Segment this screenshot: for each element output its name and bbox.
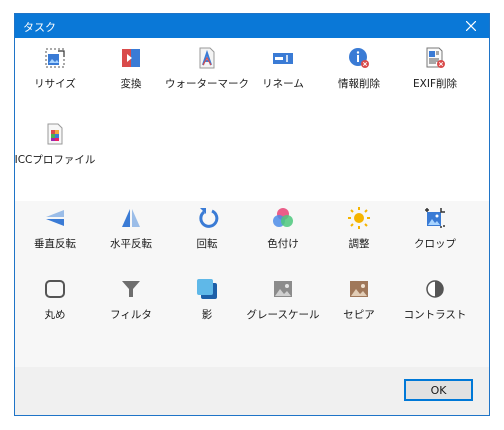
- watermark-icon: [199, 47, 215, 69]
- filter-icon: [122, 281, 140, 297]
- task-group-edit: 垂直反転 水平反転 回転 色付け 調整 クロップ 丸め フィルタ 影 グレースケ…: [15, 201, 489, 367]
- rotate-icon: [199, 208, 219, 228]
- resize-icon: [45, 48, 65, 68]
- task-group-file: リサイズ 変換 ウォーターマーク リネーム 情報削除 EXIF削除 ICCプロフ…: [15, 38, 489, 188]
- convert-icon: [122, 49, 140, 67]
- task-label: クロップ: [414, 238, 456, 250]
- shadow-icon: [197, 279, 217, 299]
- task-resize[interactable]: リサイズ: [17, 46, 93, 106]
- round-corners-icon: [45, 280, 65, 298]
- task-flip-horizontal[interactable]: 水平反転: [93, 206, 169, 266]
- title-bar: タスク: [15, 14, 489, 38]
- dialog-footer: OK: [15, 367, 489, 415]
- task-content: リサイズ 変換 ウォーターマーク リネーム 情報削除 EXIF削除 ICCプロフ…: [15, 38, 489, 367]
- task-colorize[interactable]: 色付け: [245, 206, 321, 266]
- task-rotate[interactable]: 回転: [169, 206, 245, 266]
- exif-remove-icon: [426, 47, 445, 68]
- flip-horizontal-icon: [122, 209, 140, 227]
- close-button[interactable]: [453, 14, 489, 38]
- task-shadow[interactable]: 影: [169, 277, 245, 337]
- task-watermark[interactable]: ウォーターマーク: [165, 46, 249, 106]
- task-rename[interactable]: リネーム: [245, 46, 321, 106]
- ok-button-label: OK: [430, 383, 447, 397]
- task-crop[interactable]: クロップ: [397, 206, 473, 266]
- colorize-icon: [273, 208, 293, 227]
- task-round[interactable]: 丸め: [17, 277, 93, 337]
- info-remove-icon: [349, 48, 369, 68]
- grayscale-icon: [274, 281, 292, 297]
- task-label: ICCプロファイル: [14, 154, 96, 166]
- flip-vertical-icon: [46, 210, 64, 226]
- window-title: タスク: [23, 21, 56, 34]
- task-flip-vertical[interactable]: 垂直反転: [17, 206, 93, 266]
- sepia-icon: [350, 281, 368, 297]
- task-contrast[interactable]: コントラスト: [397, 277, 473, 337]
- ok-button[interactable]: OK: [404, 379, 473, 401]
- task-sepia[interactable]: セピア: [321, 277, 397, 337]
- task-adjust[interactable]: 調整: [321, 206, 397, 266]
- task-info-remove[interactable]: 情報削除: [321, 46, 397, 106]
- rename-icon: [273, 53, 293, 64]
- task-convert[interactable]: 変換: [93, 46, 169, 106]
- close-icon: [466, 21, 476, 31]
- task-icc-profile[interactable]: ICCプロファイル: [15, 122, 95, 182]
- task-exif-remove[interactable]: EXIF削除: [397, 46, 473, 106]
- crop-icon: [425, 208, 445, 228]
- task-label: コントラスト: [403, 309, 467, 321]
- sun-icon: [348, 207, 370, 229]
- task-filter[interactable]: フィルタ: [93, 277, 169, 337]
- task-label: EXIF削除: [413, 78, 457, 90]
- contrast-icon: [426, 280, 444, 298]
- task-dialog: タスク リサイズ 変換 ウォーターマーク リネーム 情報削除 EXIF削除 IC…: [14, 13, 490, 416]
- task-grayscale[interactable]: グレースケール: [245, 277, 321, 337]
- icc-profile-icon: [47, 123, 63, 145]
